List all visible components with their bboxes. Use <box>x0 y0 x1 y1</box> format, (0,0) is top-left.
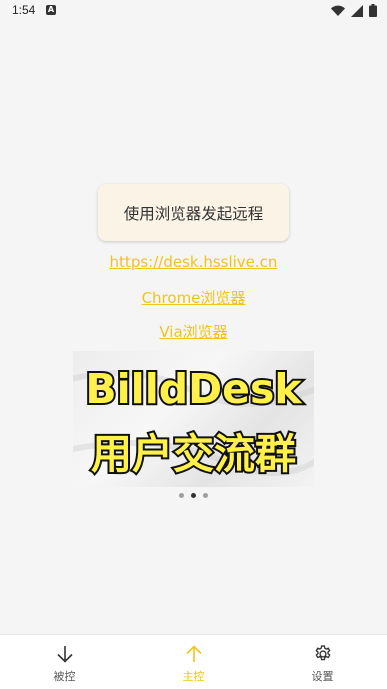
status-time: 1:54 <box>12 3 36 17</box>
status-bar: 1:54 A <box>0 0 387 22</box>
community-banner[interactable]: BilldDesk 用户交流群 <box>73 351 314 487</box>
battery-icon <box>369 4 377 17</box>
signal-icon <box>351 4 363 17</box>
website-link[interactable]: https://desk.hsslive.cn <box>0 253 387 271</box>
notification-badge: A <box>47 5 55 14</box>
nav-item-controlled[interactable]: 被控 <box>0 635 129 689</box>
banner-subtitle: 用户交流群 <box>91 430 296 478</box>
system-icons <box>331 4 377 17</box>
carousel-dot-active[interactable] <box>191 493 196 498</box>
nav-item-settings[interactable]: 设置 <box>258 635 387 689</box>
carousel-dot[interactable] <box>203 493 208 498</box>
banner-title: BilldDesk <box>85 365 303 413</box>
launch-remote-label: 使用浏览器发起远程 <box>123 204 264 223</box>
nav-label-settings: 设置 <box>311 670 334 683</box>
carousel-dot[interactable] <box>179 493 184 498</box>
bottom-nav: 被控 主控 设置 <box>0 634 387 689</box>
arrow-up-icon <box>185 645 202 662</box>
banner-graphic: BilldDesk 用户交流群 <box>73 363 314 480</box>
notification-icon: A <box>46 5 56 15</box>
arrow-down-icon <box>56 646 73 663</box>
gear-icon <box>314 645 331 661</box>
launch-remote-button[interactable]: 使用浏览器发起远程 <box>98 184 289 241</box>
wifi-icon <box>331 5 345 16</box>
nav-label-controlled: 被控 <box>53 670 76 683</box>
nav-label-controller: 主控 <box>182 670 205 683</box>
carousel-indicator <box>0 493 387 498</box>
via-browser-link[interactable]: Via浏览器 <box>0 321 387 342</box>
nav-item-controller[interactable]: 主控 <box>129 635 258 689</box>
chrome-browser-link[interactable]: Chrome浏览器 <box>0 287 387 308</box>
